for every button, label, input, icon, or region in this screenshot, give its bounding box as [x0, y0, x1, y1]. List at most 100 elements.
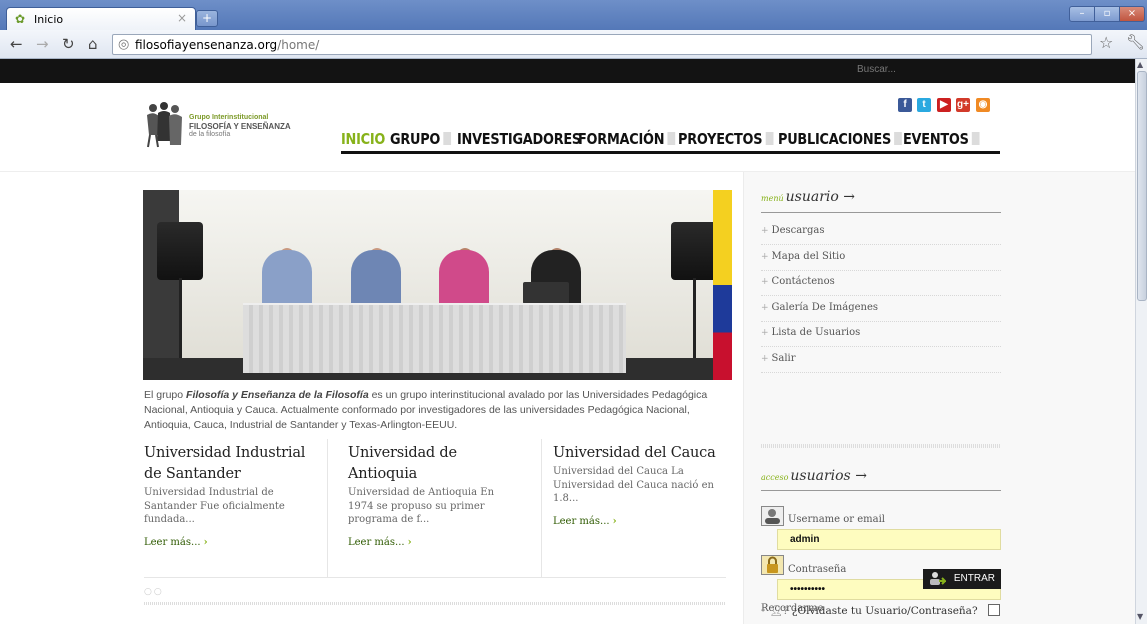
user-icon: [761, 506, 784, 526]
login-heading-rule: [761, 490, 1001, 491]
remember-checkbox[interactable]: [988, 604, 1000, 616]
sidebar-menu-label: Galería De Imágenes: [771, 301, 879, 313]
logo-line-1: Grupo Interinstitucional: [189, 114, 269, 121]
reload-icon[interactable]: ↻: [62, 35, 75, 53]
sidebar-menu-label: Salir: [771, 352, 796, 364]
menu-heading: menú usuario →: [761, 186, 855, 205]
login-button-label: ENTRAR: [953, 573, 995, 584]
university-title[interactable]: Universidad Industrial de Santander: [144, 443, 312, 485]
vertical-scrollbar[interactable]: ▲ ▼: [1135, 59, 1147, 624]
forward-arrow-icon[interactable]: →: [36, 35, 49, 53]
sidebar-menu-label: Mapa del Sitio: [771, 250, 846, 262]
right-sidebar: menú usuario → + Descargas + Mapa del Sitio +…: [743, 172, 1135, 624]
search-input[interactable]: Buscar...: [857, 64, 896, 75]
nav-item-publicaciones[interactable]: PUBLICACIONES: [778, 130, 903, 148]
sidebar-menu-item[interactable]: + Descargas: [761, 220, 1001, 245]
university-title[interactable]: Universidad del Cauca: [553, 443, 725, 464]
group-intro-text: El grupo Filosofía y Enseñanza de la Fil…: [144, 389, 708, 431]
tab-title: Inicio: [34, 13, 64, 26]
forgot-password-label: ¿Olvidaste tu Usuario/Contraseña?: [791, 605, 978, 617]
university-excerpt: Universidad del Cauca La Universidad del…: [553, 466, 714, 504]
nav-item-eventos[interactable]: EVENTOS: [903, 130, 980, 148]
scrollbar-thumb[interactable]: [1137, 71, 1147, 301]
plus-icon: +: [761, 302, 769, 313]
login-button[interactable]: ENTRAR: [923, 569, 1001, 589]
logo-line-2: FILOSOFÍA Y ENSEÑANZA: [189, 122, 291, 131]
read-more-link[interactable]: Leer más... ›: [144, 537, 312, 548]
wrench-menu-icon[interactable]: 🔧︎: [1126, 33, 1145, 51]
sidebar-menu-label: Descargas: [771, 225, 825, 236]
forgot-password-link[interactable]: • 👤︎? ¿Olvidaste tu Usuario/Contraseña?: [760, 604, 978, 617]
globe-icon: ◎: [118, 37, 130, 52]
window-close-button[interactable]: ×: [1119, 6, 1145, 22]
nav-item-proyectos[interactable]: PROYECTOS: [678, 130, 774, 148]
username-input[interactable]: admin: [777, 529, 1001, 550]
dropdown-indicator-icon[interactable]: [765, 132, 774, 145]
hatch-divider: [144, 602, 726, 605]
university-title[interactable]: Universidad de Antioquia: [348, 443, 513, 485]
google-plus-icon[interactable]: g+: [956, 98, 970, 112]
page-viewport: Buscar... Grupo Interinstitucional FILOS…: [0, 59, 1135, 624]
university-excerpt: Universidad Industrial de Santander Fue …: [144, 487, 285, 525]
youtube-icon[interactable]: ▶: [937, 98, 951, 112]
sidebar-menu-item[interactable]: + Galería De Imágenes: [761, 297, 1001, 322]
menu-heading-rule: [761, 212, 1001, 213]
nav-item-label: FORMACIÓN: [578, 130, 665, 148]
nav-item-grupo[interactable]: GRUPO: [390, 130, 452, 148]
scroll-up-icon[interactable]: ▲: [1137, 60, 1143, 69]
dropdown-indicator-icon[interactable]: [667, 132, 676, 145]
read-more-link[interactable]: Leer más... ›: [553, 516, 725, 527]
url-path: /home/: [277, 38, 320, 52]
bookmark-star-icon[interactable]: ☆: [1099, 33, 1113, 52]
column-divider: [541, 439, 542, 577]
hero-photo: [143, 190, 732, 380]
site-logo[interactable]: Grupo Interinstitucional FILOSOFÍA Y ENS…: [144, 101, 319, 151]
browser-toolbar: ← → ↻ ⌂ ◎ filosofiayensenanza.org/home/: [0, 30, 1147, 59]
browser-tab[interactable]: ✿ Inicio ×: [6, 7, 196, 31]
new-tab-button[interactable]: +: [196, 10, 218, 27]
rss-icon[interactable]: ◉: [976, 98, 990, 112]
back-arrow-icon[interactable]: ←: [10, 35, 23, 53]
url-host: filosofiayensenanza.org: [135, 38, 278, 52]
nav-underline: [341, 151, 1000, 154]
home-icon[interactable]: ⌂: [88, 35, 98, 53]
tab-close-icon[interactable]: ×: [177, 11, 187, 25]
menu-heading-small: menú: [761, 194, 784, 203]
sidebar-menu-item[interactable]: + Salir: [761, 348, 1001, 373]
login-heading-small: acceso: [761, 473, 789, 482]
university-card: Universidad del Cauca Universidad del Cau…: [553, 443, 725, 527]
plus-icon: +: [761, 328, 769, 338]
logo-figures-icon: [147, 102, 182, 148]
nav-item-inicio[interactable]: INICIO: [341, 130, 385, 148]
user-question-icon: 👤︎?: [769, 605, 789, 617]
facebook-icon[interactable]: f: [898, 98, 912, 112]
username-label: Username or email: [788, 514, 885, 525]
sidebar-hatch: [761, 444, 1001, 448]
url-text: filosofiayensenanza.org/home/: [135, 38, 319, 52]
dropdown-indicator-icon[interactable]: [443, 132, 452, 145]
sidebar-menu-item[interactable]: + Mapa del Sitio: [761, 246, 1001, 271]
read-more-label: Leer más...: [144, 536, 201, 548]
plus-icon: +: [761, 277, 769, 287]
window-minimize-button[interactable]: –: [1069, 6, 1095, 22]
column-divider: [327, 439, 328, 577]
university-card: Universidad Industrial de Santander Unive…: [144, 443, 312, 548]
read-more-link[interactable]: Leer más... ›: [348, 537, 513, 548]
sidebar-menu-item[interactable]: + Lista de Usuarios: [761, 322, 1001, 347]
twitter-icon[interactable]: t: [917, 98, 931, 112]
nav-item-investigadores[interactable]: INVESTIGADORES: [457, 130, 581, 148]
sidebar-menu-item[interactable]: + Contáctenos: [761, 271, 1001, 296]
scroll-down-icon[interactable]: ▼: [1137, 612, 1143, 621]
read-more-label: Leer más...: [553, 515, 610, 527]
window-maximize-button[interactable]: ▫: [1094, 6, 1120, 22]
site-favicon-icon: ✿: [15, 12, 26, 26]
sidebar-menu-label: Contáctenos: [771, 276, 835, 287]
nav-item-label: EVENTOS: [903, 130, 969, 148]
slider-dots[interactable]: ○○: [144, 587, 164, 597]
dropdown-indicator-icon[interactable]: [894, 132, 903, 145]
address-bar[interactable]: ◎ filosofiayensenanza.org/home/: [112, 34, 1092, 55]
dropdown-indicator-icon[interactable]: [972, 132, 980, 145]
lock-icon: [761, 555, 784, 575]
nav-item-formacion[interactable]: FORMACIÓN: [578, 130, 676, 148]
chevron-right-icon: ›: [612, 515, 617, 527]
